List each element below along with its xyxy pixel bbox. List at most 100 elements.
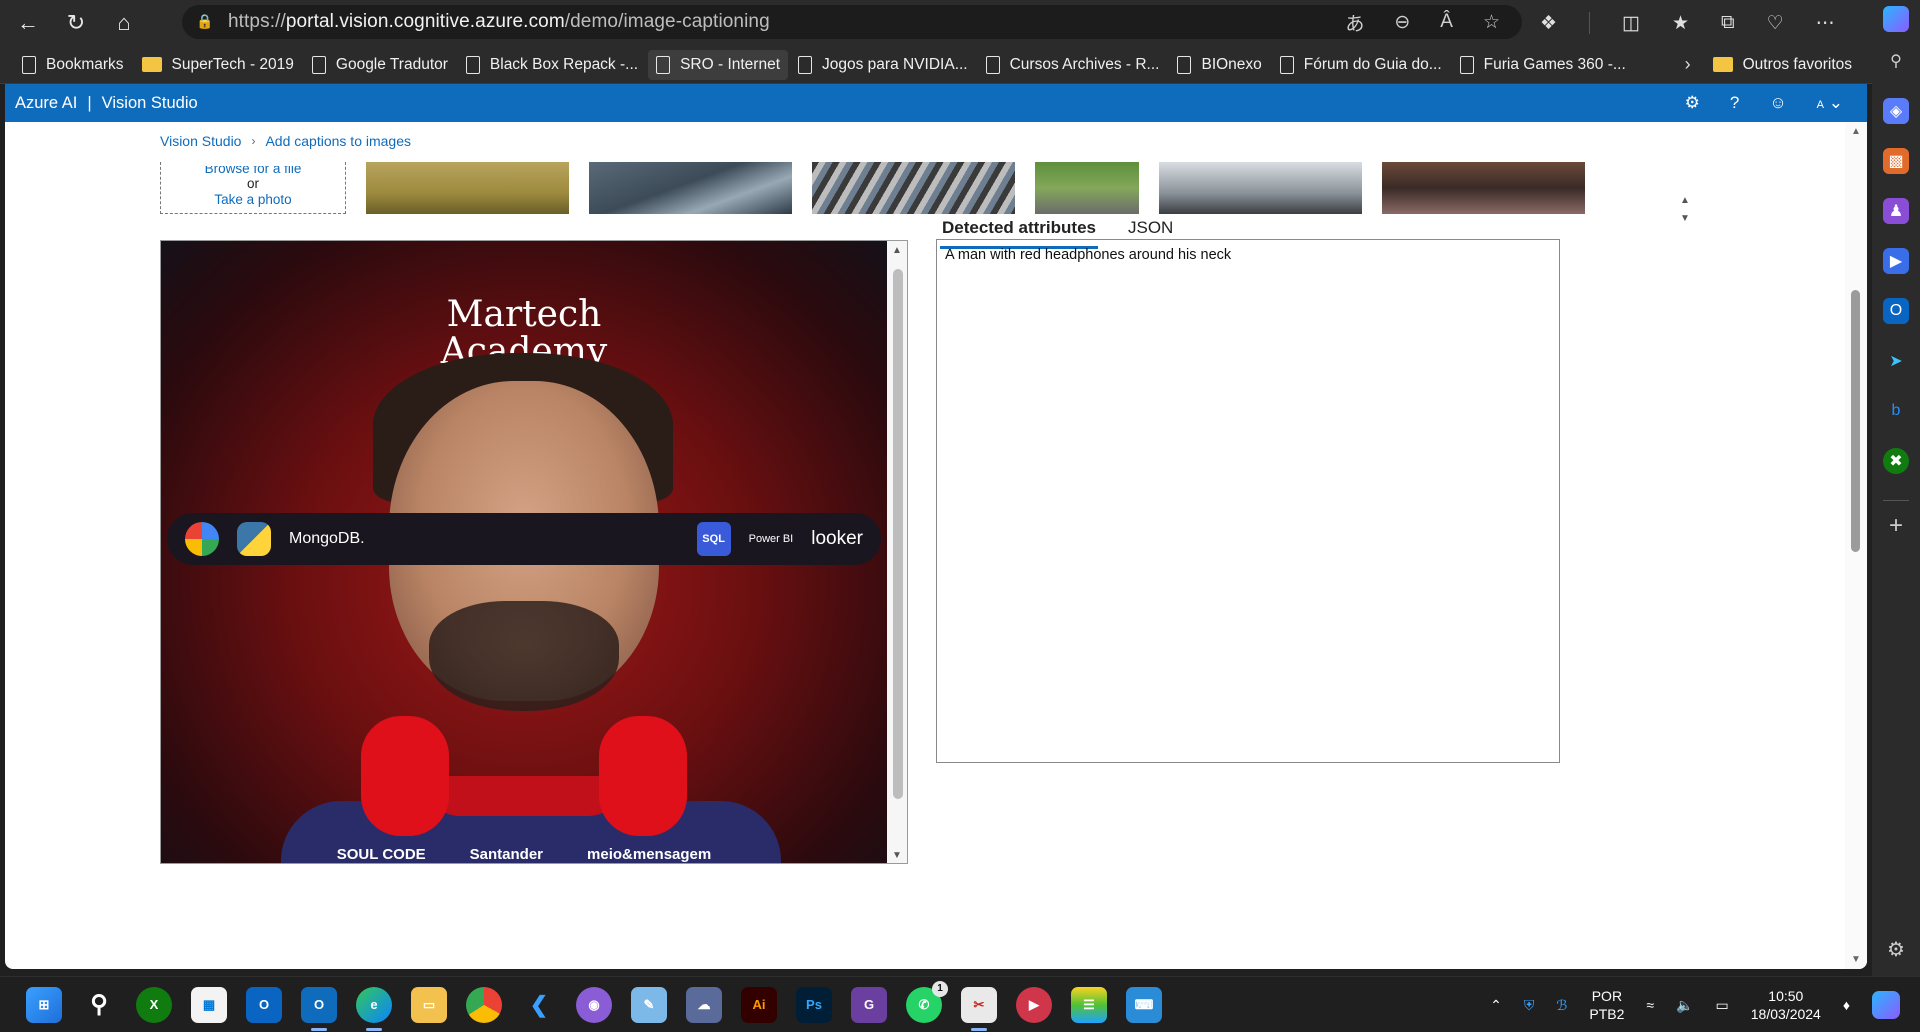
tab-scroll-arrows[interactable]: ▲ ▼ [1680, 192, 1690, 228]
github-desktop-icon[interactable]: ◉ [576, 986, 612, 1023]
photoshop-icon[interactable]: Ps [796, 986, 832, 1023]
scroll-down-icon[interactable]: ▼ [1851, 954, 1861, 965]
sample-image-thumbnail[interactable] [1382, 162, 1585, 214]
windows-start-icon[interactable]: ⊞ [26, 986, 62, 1023]
avatar[interactable]: A [1817, 99, 1824, 111]
store-icon[interactable]: ▦ [191, 986, 227, 1023]
keyboard-icon[interactable]: ⌨ [1126, 986, 1162, 1023]
browse-file-link[interactable]: Browse for a file [161, 166, 345, 176]
sample-image-thumbnail[interactable] [1035, 162, 1139, 214]
file-explorer-icon[interactable]: ▭ [411, 986, 447, 1023]
pdf-icon[interactable]: G [851, 986, 887, 1023]
breadcrumb-add-captions[interactable]: Add captions to images [265, 133, 411, 149]
bluetooth-icon[interactable]: ℬ [1556, 997, 1567, 1014]
illustrator-icon[interactable]: Ai [741, 986, 777, 1023]
scroll-up-icon[interactable]: ▲ [892, 245, 902, 256]
browser-essentials-icon[interactable]: ♡ [1767, 12, 1784, 35]
bookmark-item[interactable]: Cursos Archives - R... [978, 50, 1168, 80]
gear-icon[interactable]: ⚙ [1685, 93, 1700, 113]
brand-label[interactable]: Azure AI [15, 94, 77, 113]
search-icon[interactable]: ⚲ [81, 987, 117, 1023]
feedback-smiley-icon[interactable]: ☺ [1769, 93, 1786, 113]
bookmark-folder[interactable]: SuperTech - 2019 [134, 50, 302, 80]
microsoft-365-icon[interactable]: ▶ [1883, 248, 1909, 274]
bookmark-item[interactable]: Fórum do Guia do... [1272, 50, 1450, 80]
bookmark-item[interactable]: Jogos para NVIDIA... [790, 50, 976, 80]
bookmark-item[interactable]: Furia Games 360 -... [1452, 50, 1634, 80]
battery-icon[interactable]: ▭ [1716, 997, 1729, 1014]
games-icon[interactable]: ♟ [1883, 198, 1909, 224]
scroll-down-icon[interactable]: ▼ [892, 850, 902, 861]
read-aloud-icon[interactable]: Â [1440, 11, 1453, 33]
clipchamp-icon[interactable]: ▶ [1016, 986, 1052, 1023]
edge-icon[interactable]: e [356, 986, 392, 1031]
favorite-icon[interactable]: ☆ [1483, 11, 1500, 34]
sample-image-thumbnail[interactable] [1159, 162, 1362, 214]
bell-icon[interactable]: ♦ [1843, 997, 1850, 1013]
tools-icon[interactable]: ▩ [1883, 148, 1909, 174]
refresh-icon[interactable]: ↻ [56, 6, 96, 40]
defender-icon[interactable]: ⛨ [1524, 997, 1535, 1014]
system-tray: ⌃ ⛨ ℬ POR PTB2 ≈ 🔈 ▭ 10:50 18/03/2024 ♦ [1490, 977, 1920, 1032]
upload-dropzone[interactable]: Browse for a file or Take a photo [160, 162, 346, 214]
chrome-icon[interactable] [466, 986, 502, 1023]
drop-icon[interactable]: ➤ [1883, 348, 1909, 374]
extensions-icon[interactable]: ❖ [1540, 12, 1557, 35]
sample-image-thumbnail[interactable] [589, 162, 792, 214]
back-icon[interactable]: ← [8, 6, 48, 40]
xbox-icon[interactable]: ✖ [1883, 448, 1909, 474]
scroll-thumb[interactable] [893, 269, 903, 799]
product-label[interactable]: Vision Studio [102, 94, 198, 113]
chevron-up-icon[interactable]: ⌃ [1490, 997, 1502, 1014]
take-photo-link[interactable]: Take a photo [161, 192, 345, 208]
copilot-icon[interactable] [1872, 991, 1900, 1019]
account-menu[interactable]: A ⌄ [1817, 93, 1843, 113]
image-scrollbar[interactable]: ▲ ▼ [887, 241, 907, 863]
help-icon[interactable]: ? [1730, 93, 1739, 113]
url-text[interactable]: https://portal.vision.cognitive.azure.co… [228, 11, 770, 33]
bookmark-item[interactable]: Google Tradutor [304, 50, 456, 80]
sample-image-thumbnail[interactable] [812, 162, 1015, 214]
outlook-icon[interactable]: O [246, 986, 282, 1023]
lock-icon[interactable]: 🔒 [196, 13, 214, 31]
whatsapp-icon[interactable]: ✆ 1 [906, 980, 948, 1023]
chevron-down-icon[interactable]: ⌄ [1829, 93, 1843, 112]
notepad-icon[interactable]: ✎ [631, 986, 667, 1023]
split-screen-icon[interactable]: ◫ [1622, 12, 1640, 35]
volume-icon[interactable]: 🔈 [1676, 997, 1693, 1014]
zoom-icon[interactable]: ⊖ [1394, 11, 1410, 34]
wifi-icon[interactable]: ≈ [1646, 997, 1654, 1013]
home-icon[interactable]: ⌂ [104, 6, 144, 40]
outlook-new-icon[interactable]: O [301, 986, 337, 1031]
bing-icon[interactable]: b [1883, 398, 1909, 424]
bookmark-item[interactable]: Bookmarks [14, 50, 132, 80]
bookmark-folder-other[interactable]: Outros favoritos [1705, 50, 1860, 80]
chevron-right-icon[interactable]: › [1671, 54, 1705, 75]
bookmark-item[interactable]: Black Box Repack -... [458, 50, 646, 80]
address-bar[interactable]: 🔒 https://portal.vision.cognitive.azure.… [182, 5, 1522, 39]
add-icon[interactable]: + [1883, 512, 1909, 539]
snipping-tool-icon[interactable]: ✂ [961, 986, 997, 1031]
bluestacks-icon[interactable]: ☰ [1071, 986, 1107, 1023]
outlook-icon[interactable]: O [1883, 298, 1909, 324]
page-scrollbar[interactable]: ▲ ▼ [1845, 122, 1867, 969]
copilot-icon[interactable] [1883, 6, 1909, 32]
scroll-up-icon[interactable]: ▲ [1851, 126, 1861, 137]
search-icon[interactable]: ⚲ [1883, 48, 1909, 74]
sample-image-thumbnail[interactable] [366, 162, 569, 214]
xbox-icon[interactable]: X [136, 986, 172, 1023]
bookmark-item[interactable]: BIOnexo [1169, 50, 1269, 80]
clock[interactable]: 10:50 18/03/2024 [1751, 987, 1821, 1023]
settings-icon[interactable]: ⚙ [1883, 936, 1909, 962]
tag-icon[interactable]: ◈ [1883, 98, 1909, 124]
breadcrumb-vision-studio[interactable]: Vision Studio [160, 133, 241, 149]
more-icon[interactable]: ⋯ [1816, 12, 1835, 35]
scroll-thumb[interactable] [1851, 290, 1860, 552]
collections-icon[interactable]: ⧉ [1721, 12, 1735, 34]
vscode-icon[interactable]: ❮ [521, 987, 557, 1023]
app-icon[interactable]: ☁ [686, 986, 722, 1023]
language-indicator[interactable]: POR PTB2 [1589, 987, 1624, 1023]
bookmark-item[interactable]: SRO - Internet [648, 49, 789, 80]
favorites-icon[interactable]: ★ [1672, 12, 1689, 35]
translate-icon[interactable]: あ [1345, 9, 1364, 36]
